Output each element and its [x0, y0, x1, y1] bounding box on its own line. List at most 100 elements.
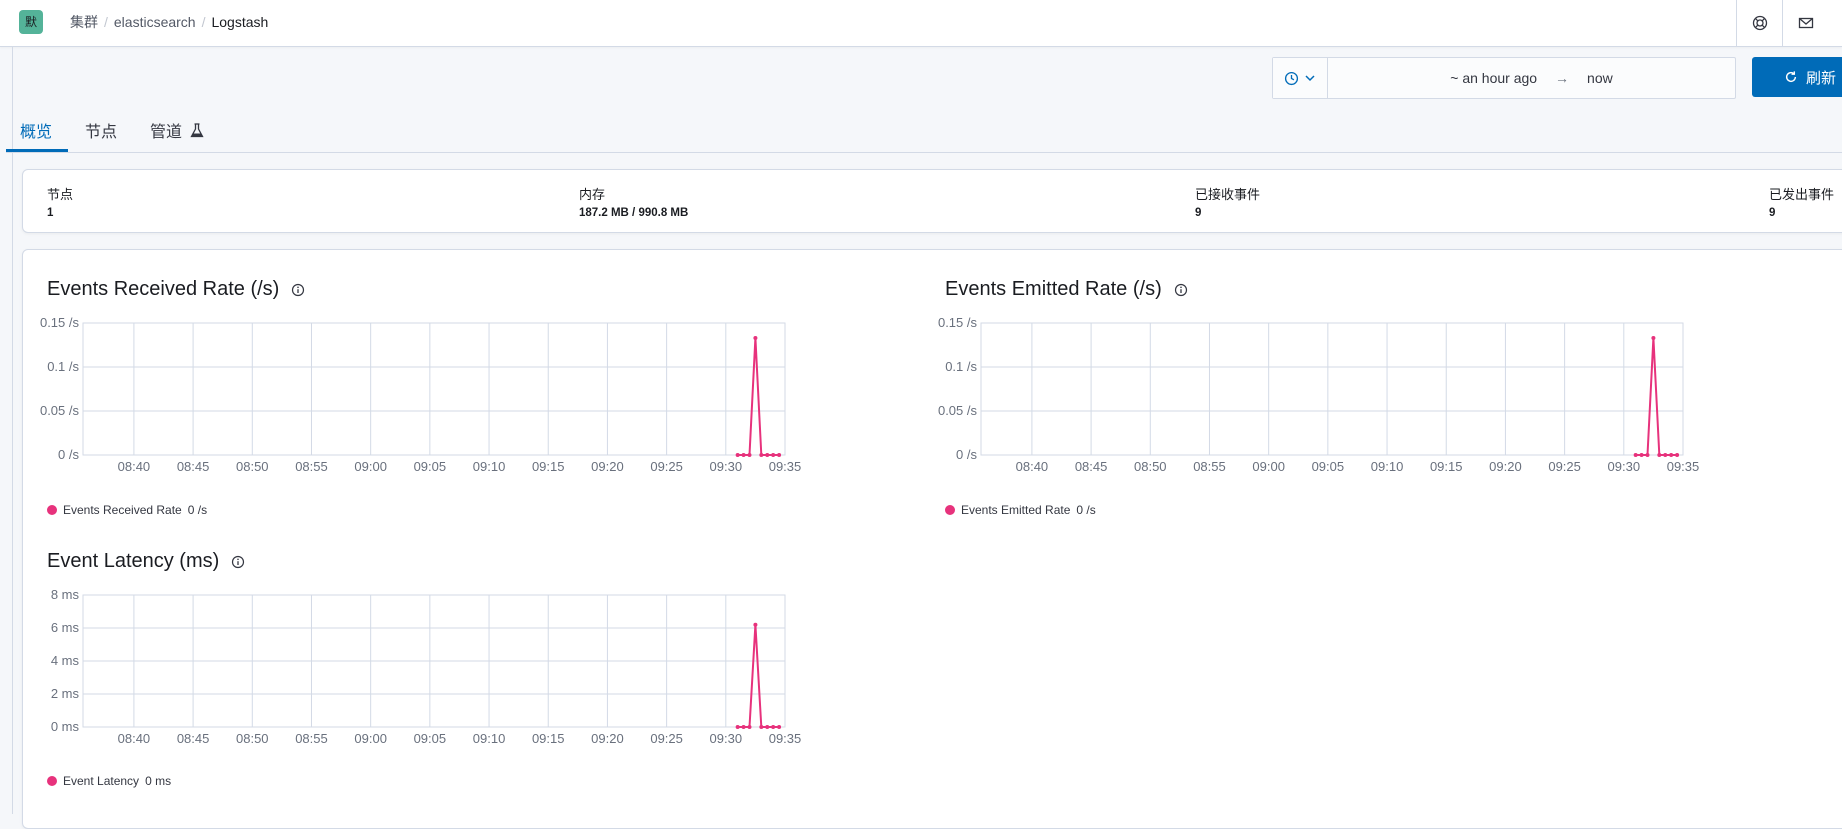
info-icon[interactable] — [231, 555, 245, 569]
chart-title-latency: Event Latency (ms) — [47, 550, 245, 573]
x-tick-label: 09:20 — [591, 731, 624, 746]
x-tick-label: 09:15 — [1430, 459, 1463, 474]
legend-value: 0 ms — [145, 774, 172, 788]
x-tick-label: 09:30 — [1608, 459, 1641, 474]
y-tick-label: 0 /s — [58, 447, 79, 462]
charts-panel: Events Received Rate (/s) 0.15 /s 0.1 /s 0… — [22, 249, 1842, 829]
data-point — [771, 453, 776, 457]
tab-pipelines[interactable]: 管道 — [150, 118, 204, 142]
legend-name: Event Latency — [63, 774, 140, 788]
y-tick-label: 4 ms — [51, 653, 80, 668]
stat-value: 187.2 MB / 990.8 MB — [579, 207, 689, 219]
chart-events-emitted-rate: 0.15 /s 0.1 /s 0.05 /s 0 /s 08:40 08:45 08:50 0… — [938, 315, 1699, 474]
x-tick-label: 08:55 — [295, 731, 328, 746]
data-point — [759, 453, 764, 457]
chart-title-emitted: Events Emitted Rate (/s) — [945, 278, 1188, 301]
tab-nodes[interactable]: 节点 — [85, 118, 117, 142]
start-date[interactable]: ~ an hour ago — [1450, 70, 1537, 86]
date-picker: ~ an hour ago → now — [1272, 57, 1736, 99]
series-line — [737, 624, 780, 728]
data-point — [771, 725, 776, 729]
stat-events-received: 已接收事件 9 — [1195, 184, 1260, 219]
x-tick-label: 08:50 — [236, 459, 269, 474]
x-tick-label: 08:50 — [1134, 459, 1167, 474]
breadcrumb-separator: / — [104, 14, 108, 30]
data-point — [1639, 453, 1644, 457]
chart-title-text: Event Latency (ms) — [47, 550, 220, 572]
y-tick-label: 0.05 /s — [938, 403, 978, 418]
x-tick-label: 09:00 — [354, 459, 387, 474]
y-tick-label: 0.15 /s — [40, 315, 80, 330]
x-tick-label: 09:20 — [1489, 459, 1522, 474]
refresh-button[interactable]: 刷新 — [1752, 57, 1842, 97]
chart-title-received: Events Received Rate (/s) — [47, 278, 305, 301]
lifebuoy-icon — [1752, 15, 1768, 31]
stat-value: 9 — [1195, 207, 1202, 219]
x-tick-label: 08:40 — [1016, 459, 1049, 474]
series-line — [737, 337, 780, 456]
y-tick-label: 0.1 /s — [47, 359, 79, 374]
breadcrumb-elasticsearch[interactable]: elasticsearch — [114, 14, 196, 30]
tab-overview[interactable]: 概览 — [20, 118, 52, 142]
y-tick-label: 2 ms — [51, 686, 80, 701]
x-tick-label: 09:35 — [769, 459, 802, 474]
info-icon[interactable] — [291, 283, 305, 297]
legend-latency[interactable]: Event Latency 0 ms — [47, 774, 171, 788]
data-point — [747, 453, 752, 457]
end-date[interactable]: now — [1587, 70, 1613, 86]
data-point — [765, 725, 770, 729]
arrow-right-icon: → — [1555, 70, 1570, 86]
data-point — [747, 725, 752, 729]
stat-label: 已发出事件 — [1769, 187, 1835, 202]
data-point — [1633, 453, 1638, 457]
x-tick-label: 09:05 — [414, 731, 447, 746]
x-tick-label: 09:10 — [473, 731, 506, 746]
y-tick-label: 0.05 /s — [40, 403, 80, 418]
breadcrumb: 集群 / elasticsearch / Logstash — [70, 12, 268, 32]
quick-select-button[interactable] — [1273, 58, 1328, 98]
stat-events-emitted: 已发出事件 9 — [1769, 184, 1834, 219]
help-button[interactable] — [1736, 0, 1783, 46]
data-point — [735, 725, 740, 729]
space-avatar[interactable]: 默 — [19, 10, 43, 34]
data-point — [1645, 453, 1650, 457]
stat-value: 1 — [47, 207, 54, 219]
series-line — [1635, 337, 1678, 456]
chart-title-text: Events Received Rate (/s) — [47, 278, 280, 300]
breadcrumb-cluster[interactable]: 集群 — [70, 12, 98, 32]
data-point — [741, 453, 746, 457]
legend-emitted[interactable]: Events Emitted Rate 0 /s — [945, 503, 1096, 517]
mail-icon — [1798, 17, 1814, 29]
x-tick-label: 08:45 — [177, 731, 210, 746]
y-tick-label: 0.1 /s — [945, 359, 977, 374]
stat-label: 节点 — [47, 187, 74, 202]
y-tick-label: 8 ms — [51, 587, 80, 602]
tab-bar: 概览 节点 管道 — [6, 104, 1842, 153]
chevron-down-icon — [1305, 75, 1315, 82]
newsfeed-button[interactable] — [1782, 0, 1829, 46]
legend-swatch — [945, 505, 955, 515]
x-tick-label: 09:05 — [1312, 459, 1345, 474]
x-tick-label: 08:55 — [1193, 459, 1226, 474]
x-tick-label: 09:15 — [532, 731, 565, 746]
data-point — [765, 453, 770, 457]
legend-value: 0 /s — [1076, 503, 1096, 517]
x-tick-label: 09:30 — [710, 731, 743, 746]
y-tick-label: 0.15 /s — [938, 315, 978, 330]
x-tick-label: 09:35 — [1667, 459, 1700, 474]
data-point — [753, 335, 758, 340]
clock-icon — [1284, 71, 1299, 85]
legend-received[interactable]: Events Received Rate 0 /s — [47, 503, 207, 517]
legend-name: Events Received Rate — [63, 503, 182, 517]
info-icon[interactable] — [1174, 283, 1188, 297]
x-tick-label: 09:30 — [710, 459, 743, 474]
stat-label: 内存 — [579, 187, 606, 202]
side-divider — [0, 46, 13, 814]
plot-frame — [980, 322, 1684, 456]
chart-events-received-rate: 0.15 /s 0.1 /s 0.05 /s 0 /s 08:40 08:45 08:50 0… — [40, 315, 801, 474]
stat-value: 9 — [1769, 207, 1776, 219]
x-tick-label: 09:10 — [473, 459, 506, 474]
x-tick-label: 08:40 — [118, 731, 151, 746]
legend-name: Events Emitted Rate — [961, 503, 1071, 517]
x-tick-label: 09:10 — [1371, 459, 1404, 474]
